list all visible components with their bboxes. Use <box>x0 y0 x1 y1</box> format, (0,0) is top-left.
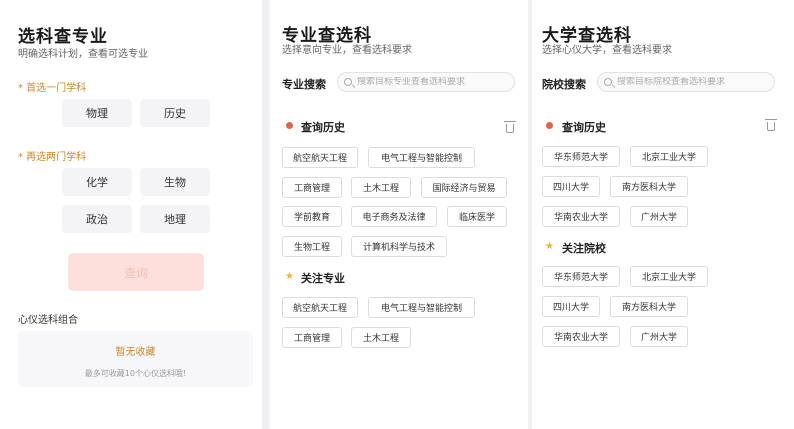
major-search-input[interactable] <box>357 77 514 87</box>
empty-hint: 最多可收藏10个心仪选科哦! <box>84 369 187 378</box>
subject-option-biology[interactable]: 生物 <box>140 168 210 196</box>
follow-tag[interactable]: 电气工程与智能控制 <box>368 297 475 318</box>
follow-tag[interactable]: 土木工程 <box>351 327 411 348</box>
follow-tag[interactable]: 华东师范大学 <box>542 266 620 287</box>
follow-tag[interactable]: 四川大学 <box>542 296 600 317</box>
subject-option-politics[interactable]: 政治 <box>62 205 132 233</box>
favorite-empty-state: 暂无收藏 最多可收藏10个心仪选科哦! <box>18 331 253 387</box>
history-tag[interactable]: 南方医科大学 <box>610 176 688 197</box>
history-tag[interactable]: 航空航天工程 <box>282 147 358 168</box>
favorite-combo-label: 心仪选科组合 <box>18 315 78 326</box>
history-tag[interactable]: 广州大学 <box>630 206 688 227</box>
history-tag[interactable]: 国际经济与贸易 <box>421 177 507 198</box>
follow-tag[interactable]: 华南农业大学 <box>542 326 620 347</box>
subject-option-chemistry[interactable]: 化学 <box>62 168 132 196</box>
history-tag[interactable]: 学前教育 <box>282 206 342 227</box>
history-dot-icon <box>286 122 293 129</box>
history-tag[interactable]: 华南农业大学 <box>542 206 620 227</box>
history-tag[interactable]: 生物工程 <box>282 236 342 257</box>
university-to-subject-panel: 大学查选科 选择心仪大学，查看选科要求 院校搜索 查询历史 华东师范大学 北京工… <box>532 0 794 429</box>
history-dot-icon <box>546 122 553 129</box>
second-subject-label: * 再选两门学科 <box>18 152 87 163</box>
history-tag[interactable]: 临床医学 <box>447 206 507 227</box>
first-subject-label: * 首选一门学科 <box>18 83 87 94</box>
history-tag[interactable]: 华东师范大学 <box>542 146 620 167</box>
trash-icon[interactable] <box>765 119 777 131</box>
search-icon <box>604 78 612 86</box>
history-title: 查询历史 <box>562 121 606 134</box>
empty-title: 暂无收藏 <box>115 347 156 358</box>
university-search-label: 院校搜索 <box>542 78 586 91</box>
major-to-subject-panel: 专业查选科 选择意向专业，查看选科要求 专业搜索 查询历史 航空航天工程 电气工… <box>270 0 528 429</box>
subject-option-physics[interactable]: 物理 <box>62 99 132 127</box>
star-icon: ★ <box>545 241 554 252</box>
major-search-label: 专业搜索 <box>282 78 326 91</box>
follow-title: 关注院校 <box>562 242 606 255</box>
subject-to-major-panel: 选科查专业 明确选科计划，查看可选专业 * 首选一门学科 物理 历史 * 再选两… <box>0 0 262 429</box>
trash-icon[interactable] <box>504 121 516 133</box>
subject-option-history[interactable]: 历史 <box>140 99 210 127</box>
page-subtitle: 选择心仪大学，查看选科要求 <box>542 45 672 56</box>
follow-tag[interactable]: 工商管理 <box>282 327 342 348</box>
subject-option-geography[interactable]: 地理 <box>140 205 210 233</box>
history-tag[interactable]: 电子商务及法律 <box>351 206 437 227</box>
history-tag[interactable]: 土木工程 <box>351 177 411 198</box>
history-tag[interactable]: 四川大学 <box>542 176 600 197</box>
history-tag[interactable]: 电气工程与智能控制 <box>368 147 475 168</box>
major-search-box[interactable] <box>337 72 515 92</box>
search-icon <box>344 78 352 86</box>
follow-title: 关注专业 <box>301 272 345 285</box>
page-subtitle: 选择意向专业，查看选科要求 <box>282 45 412 56</box>
follow-tag[interactable]: 南方医科大学 <box>610 296 688 317</box>
history-title: 查询历史 <box>301 121 345 134</box>
follow-tag[interactable]: 广州大学 <box>630 326 688 347</box>
university-search-input[interactable] <box>617 77 774 87</box>
star-icon: ★ <box>285 271 294 282</box>
history-tag[interactable]: 北京工业大学 <box>630 146 708 167</box>
query-button[interactable]: 查询 <box>68 253 204 291</box>
page-title: 选科查专业 <box>18 27 108 47</box>
follow-tag[interactable]: 航空航天工程 <box>282 297 358 318</box>
history-tag[interactable]: 计算机科学与技术 <box>351 236 447 257</box>
history-tag[interactable]: 工商管理 <box>282 177 342 198</box>
university-search-box[interactable] <box>597 72 775 92</box>
follow-tag[interactable]: 北京工业大学 <box>630 266 708 287</box>
page-subtitle: 明确选科计划，查看可选专业 <box>18 49 148 60</box>
